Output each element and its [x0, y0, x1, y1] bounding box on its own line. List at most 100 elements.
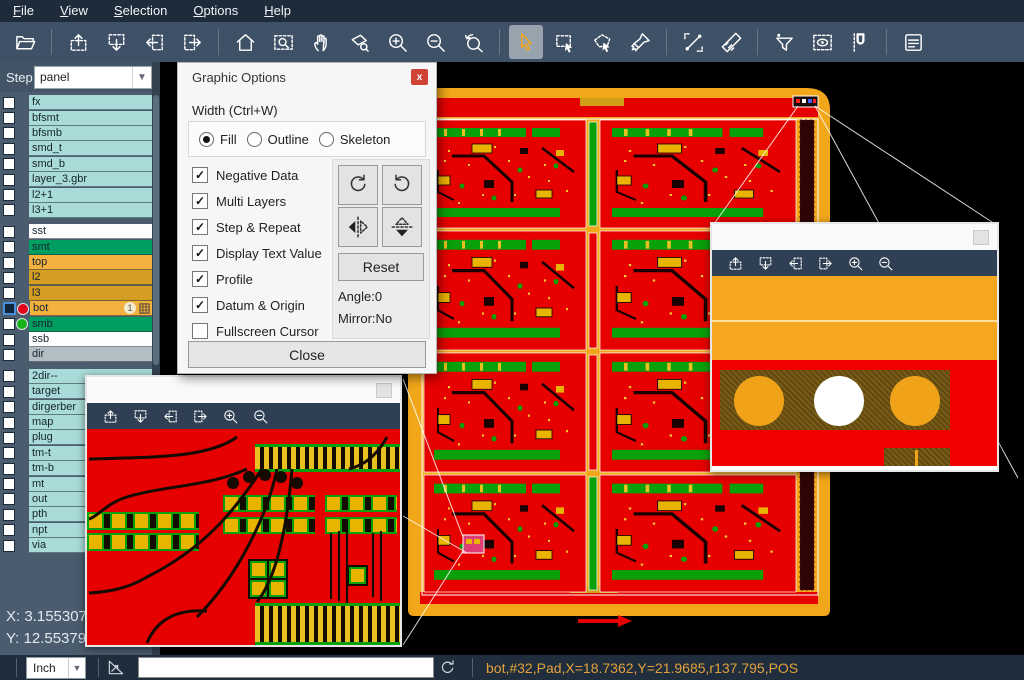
select-cursor-icon[interactable]: [509, 25, 543, 59]
menu-options[interactable]: Options: [180, 0, 251, 22]
move-down-icon[interactable]: [99, 25, 133, 59]
home-icon[interactable]: [228, 25, 262, 59]
layer-row-smd_b[interactable]: smd_b: [0, 157, 152, 172]
scrollbar-thumb[interactable]: [153, 95, 159, 365]
checkbox-box[interactable]: ✓: [192, 271, 208, 287]
layer-visibility-checkbox[interactable]: [3, 493, 15, 505]
checkbox-fullscreen-cursor[interactable]: Fullscreen Cursor: [192, 321, 319, 341]
layer-name-cell[interactable]: l3+1: [29, 203, 152, 218]
filter-icon[interactable]: [767, 25, 801, 59]
layer-row-bot[interactable]: bot1: [0, 301, 152, 316]
layer-row-dir[interactable]: dir: [0, 347, 152, 362]
radio-circle[interactable]: [199, 132, 214, 147]
layer-visibility-checkbox[interactable]: [3, 447, 15, 459]
layer-row-layer_3.gbr[interactable]: layer_3.gbr: [0, 172, 152, 187]
layer-row-fx[interactable]: fx: [0, 95, 152, 110]
checkbox-display-text-value[interactable]: ✓Display Text Value: [192, 243, 322, 263]
magnifier-window-button[interactable]: [376, 383, 392, 398]
layer-name-cell[interactable]: dir: [29, 347, 152, 362]
layer-row-bfsmt[interactable]: bfsmt: [0, 110, 152, 125]
flip-v-icon[interactable]: [382, 207, 422, 247]
rotate-cw-icon[interactable]: [338, 165, 378, 205]
measure-line-icon[interactable]: [676, 25, 710, 59]
layer-row-l3+1[interactable]: l3+1: [0, 203, 152, 218]
close-button[interactable]: Close: [188, 341, 426, 368]
move-right-icon[interactable]: [188, 404, 212, 428]
menu-selection[interactable]: Selection: [101, 0, 180, 22]
unit-select[interactable]: Inch ▼: [26, 657, 86, 679]
checkbox-box[interactable]: [192, 323, 208, 339]
layer-name-cell[interactable]: smd_b: [29, 157, 152, 172]
menu-file[interactable]: File: [0, 0, 47, 22]
layer-visibility-checkbox[interactable]: [3, 401, 15, 413]
layer-row-top[interactable]: top: [0, 255, 152, 270]
layer-name-cell[interactable]: smt: [29, 240, 152, 255]
magnifier-pcb-view[interactable]: [712, 276, 997, 466]
zoom-in-icon[interactable]: [380, 25, 414, 59]
clean-brush-icon[interactable]: [623, 25, 657, 59]
checkbox-box[interactable]: ✓: [192, 297, 208, 313]
move-up-icon[interactable]: [98, 404, 122, 428]
layer-name-cell[interactable]: l2: [29, 270, 152, 285]
radio-fill[interactable]: Fill: [199, 132, 237, 147]
layer-visibility-checkbox[interactable]: [3, 241, 15, 253]
layer-name-cell[interactable]: smd_t: [29, 141, 152, 156]
flip-h-icon[interactable]: [338, 207, 378, 247]
refresh-icon[interactable]: [438, 658, 457, 677]
snap-magnet-icon[interactable]: [843, 25, 877, 59]
menu-view[interactable]: View: [47, 0, 101, 22]
layer-visibility-checkbox[interactable]: [3, 189, 15, 201]
close-icon[interactable]: x: [411, 69, 428, 85]
move-left-icon[interactable]: [783, 251, 807, 275]
layer-name-cell[interactable]: bfsmt: [29, 111, 152, 126]
magnifier-title-bar[interactable]: [87, 377, 400, 403]
checkbox-box[interactable]: ✓: [192, 193, 208, 209]
poly-select-icon[interactable]: [585, 25, 619, 59]
origin-corner-icon[interactable]: [106, 657, 126, 677]
move-down-icon[interactable]: [128, 404, 152, 428]
layer-name-cell[interactable]: bfsmb: [29, 126, 152, 141]
layer-name-cell[interactable]: l2+1: [29, 188, 152, 203]
layer-visibility-checkbox[interactable]: [3, 318, 15, 330]
layer-row-ssb[interactable]: ssb: [0, 332, 152, 347]
pan-hand-icon[interactable]: [304, 25, 338, 59]
layer-visibility-checkbox[interactable]: [3, 524, 15, 536]
layer-row-l2[interactable]: l2: [0, 270, 152, 285]
layer-row-bfsmb[interactable]: bfsmb: [0, 126, 152, 141]
checkbox-box[interactable]: ✓: [192, 219, 208, 235]
rotate-ccw-icon[interactable]: [382, 165, 422, 205]
view-eye-icon[interactable]: [805, 25, 839, 59]
layer-visibility-checkbox[interactable]: [3, 349, 15, 361]
checkbox-multi-layers[interactable]: ✓Multi Layers: [192, 191, 286, 211]
layer-name-cell[interactable]: fx: [29, 95, 152, 110]
layer-visibility-checkbox[interactable]: [3, 112, 15, 124]
checkbox-box[interactable]: ✓: [192, 167, 208, 183]
layer-visibility-checkbox[interactable]: [3, 370, 15, 382]
radio-outline[interactable]: Outline: [247, 132, 309, 147]
layer-name-cell[interactable]: layer_3.gbr: [29, 172, 152, 187]
checkbox-box[interactable]: ✓: [192, 245, 208, 261]
layer-visibility-checkbox[interactable]: [3, 302, 16, 315]
layer-name-cell[interactable]: smb: [29, 317, 152, 332]
layer-visibility-checkbox[interactable]: [3, 540, 15, 552]
layer-visibility-checkbox[interactable]: [3, 127, 15, 139]
zoom-out-icon[interactable]: [248, 404, 272, 428]
checkbox-negative-data[interactable]: ✓Negative Data: [192, 165, 298, 185]
layer-visibility-checkbox[interactable]: [3, 257, 15, 269]
radio-skeleton[interactable]: Skeleton: [319, 132, 391, 147]
layer-row-sst[interactable]: sst: [0, 224, 152, 239]
magnifier-pcb-view[interactable]: [87, 429, 400, 645]
layers-panel-icon[interactable]: [896, 25, 930, 59]
layer-name-cell[interactable]: bot1: [30, 301, 152, 316]
move-left-icon[interactable]: [158, 404, 182, 428]
page-zoom-icon[interactable]: [342, 25, 376, 59]
move-right-icon[interactable]: [813, 251, 837, 275]
magnifier-title-bar[interactable]: [712, 224, 997, 250]
layer-name-cell[interactable]: l3: [29, 286, 152, 301]
rect-select-icon[interactable]: [547, 25, 581, 59]
layer-visibility-checkbox[interactable]: [3, 334, 15, 346]
command-input[interactable]: [138, 657, 434, 678]
layer-row-l3[interactable]: l3: [0, 286, 152, 301]
layer-name-cell[interactable]: ssb: [29, 332, 152, 347]
move-down-icon[interactable]: [753, 251, 777, 275]
